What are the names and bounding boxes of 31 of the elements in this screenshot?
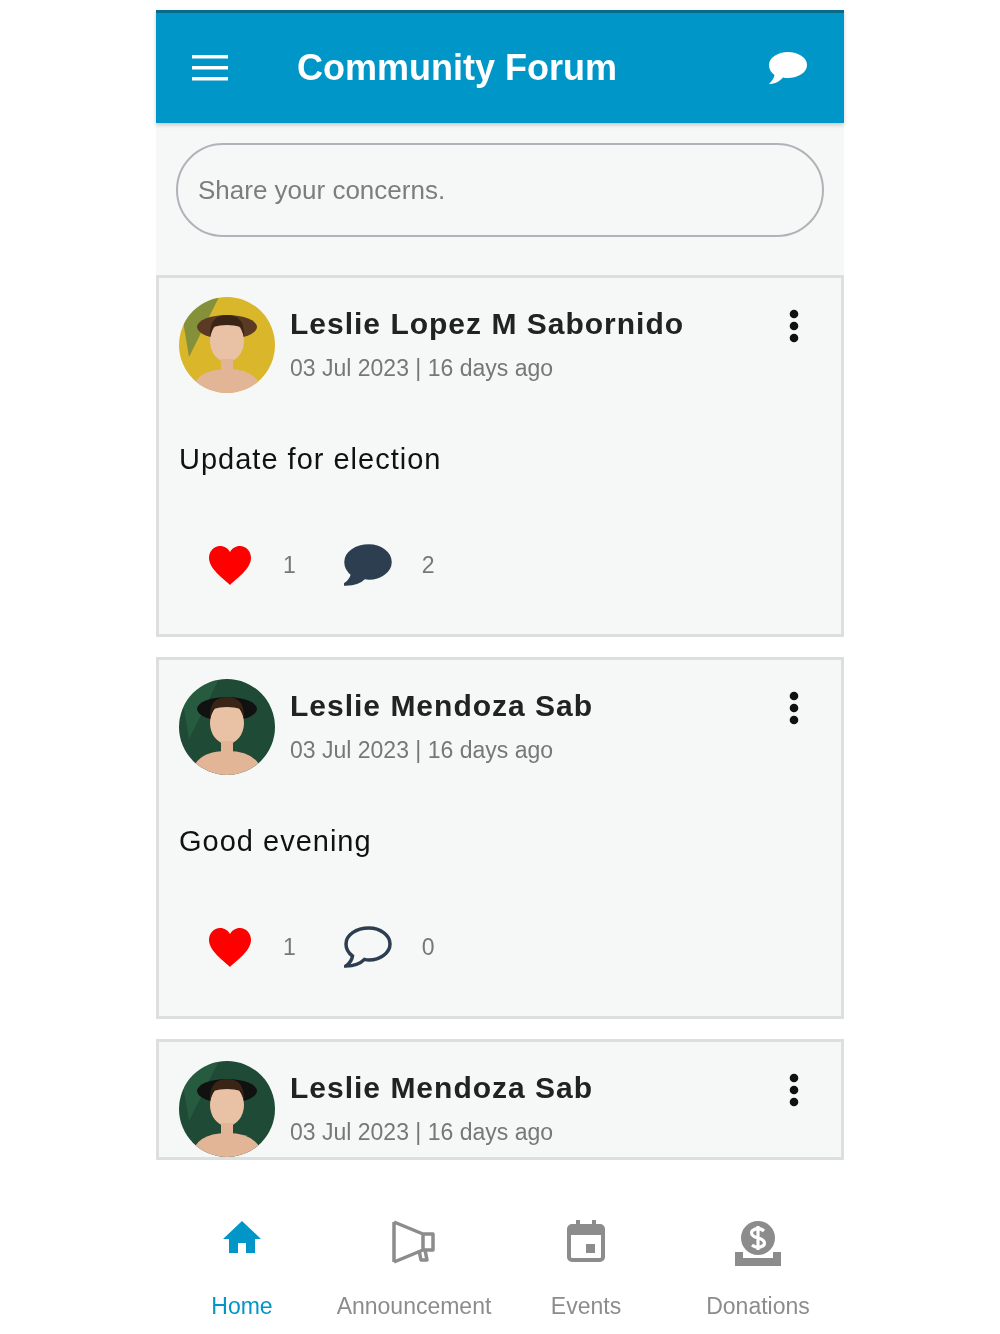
- heart-icon[interactable]: [207, 544, 253, 586]
- author-name[interactable]: Leslie Mendoza Sab: [290, 1071, 789, 1105]
- header-title: Community Forum: [297, 47, 618, 89]
- author-name[interactable]: Leslie Mendoza Sab: [290, 689, 789, 723]
- comment-icon[interactable]: [343, 926, 392, 968]
- share-field[interactable]: Share your concerns.: [176, 143, 824, 237]
- comment-icon[interactable]: [343, 544, 392, 586]
- home-icon: [222, 1220, 262, 1254]
- comment-count: 0: [421, 933, 435, 961]
- nav-tab[interactable]: Home: [156, 1220, 328, 1320]
- like-count: 1: [283, 933, 296, 961]
- more-options-icon[interactable]: [789, 1073, 799, 1107]
- nav-tab[interactable]: Announcement: [328, 1220, 500, 1320]
- more-options-icon[interactable]: [789, 691, 799, 725]
- like-count: 1: [283, 551, 296, 579]
- money-drop-icon: [733, 1220, 783, 1266]
- post-date: 03 Jul 2023 | 16 days ago: [290, 355, 554, 382]
- more-options-icon[interactable]: [789, 309, 799, 343]
- nav-tab[interactable]: Events: [500, 1220, 672, 1320]
- post-date: 03 Jul 2023 | 16 days ago: [290, 1119, 554, 1146]
- post-text: Good evening: [179, 825, 373, 858]
- chat-bubble-icon[interactable]: [768, 51, 808, 85]
- menu-icon[interactable]: [192, 55, 228, 81]
- post-date: 03 Jul 2023 | 16 days ago: [290, 737, 554, 764]
- calendar-icon: [567, 1220, 605, 1262]
- nav-tab[interactable]: Donations: [672, 1220, 844, 1320]
- comment-count: 2: [421, 551, 435, 579]
- megaphone-icon: [391, 1220, 437, 1264]
- heart-icon[interactable]: [207, 926, 253, 968]
- author-name[interactable]: Leslie Lopez M Sabornido: [290, 307, 789, 341]
- post-text: Update for election: [179, 443, 443, 476]
